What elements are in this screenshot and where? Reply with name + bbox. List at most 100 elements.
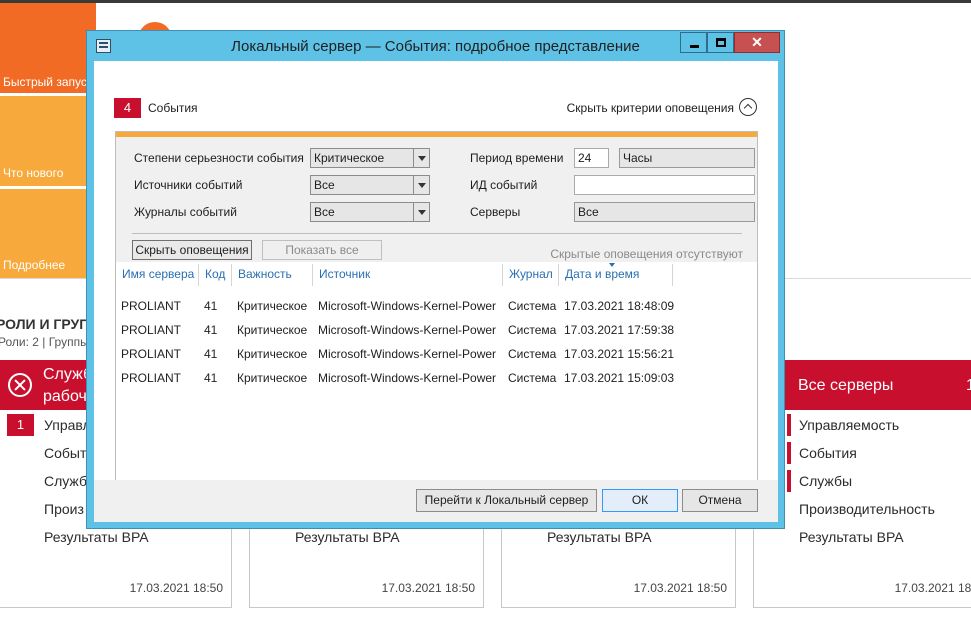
event-ids-input[interactable] (574, 175, 755, 195)
logs-value: Все (314, 205, 335, 219)
cell-source: Microsoft-Windows-Kernel-Power (318, 347, 497, 361)
tile-learn-more[interactable]: Подробнее (0, 189, 96, 278)
severity-select[interactable]: Критическое (310, 148, 430, 168)
roles-section-title: РОЛИ И ГРУП (0, 316, 90, 332)
events-label: События (148, 101, 198, 115)
column-divider (198, 264, 199, 286)
window-top-border (0, 0, 971, 3)
cell-server: PROLIANT (121, 299, 182, 313)
column-header-code[interactable]: Код (205, 267, 225, 281)
sources-select[interactable]: Все (310, 175, 430, 195)
cell-server: PROLIANT (121, 323, 182, 337)
role-card-title-line1: Служб (43, 366, 93, 383)
ok-button[interactable]: ОК (602, 489, 678, 512)
sources-value: Все (314, 178, 335, 192)
alert-indicator (787, 470, 791, 492)
chevron-down-icon (413, 176, 429, 194)
events-panel: Степени серьезности события Критическое … (115, 131, 758, 496)
maximize-icon (716, 38, 726, 47)
tile-quick-start-label: Быстрый запуск (3, 75, 93, 89)
role-card-title: Все серверы (798, 377, 894, 394)
tile-quick-start[interactable]: Быстрый запуск (0, 3, 96, 93)
card4-row-services[interactable]: Службы (799, 473, 852, 489)
severity-label: Степени серьезности события (134, 151, 304, 165)
column-divider (558, 264, 559, 286)
event-ids-label: ИД событий (470, 178, 538, 192)
minimize-button[interactable] (680, 32, 707, 53)
alert-criteria: Степени серьезности события Критическое … (116, 132, 757, 262)
severity-value: Критическое (314, 151, 385, 165)
issue-count-badge: 1 (7, 414, 34, 436)
column-divider (312, 264, 313, 286)
cell-datetime: 17.03.2021 15:56:21 (564, 347, 675, 361)
goto-local-server-button[interactable]: Перейти к Локальный сервер (416, 489, 597, 512)
cell-code: 41 (204, 347, 218, 361)
events-detail-dialog: Локальный сервер — События: подробное пр… (86, 30, 785, 529)
cell-code: 41 (204, 323, 218, 337)
servers-label: Серверы (470, 205, 521, 219)
alert-indicator (787, 442, 791, 464)
cell-log: Система (508, 371, 557, 385)
card1-row-events[interactable]: Событ (44, 445, 86, 461)
error-icon (8, 373, 32, 397)
card1-row-services[interactable]: Служб (44, 473, 87, 489)
hide-criteria-link[interactable]: Скрыть критерии оповещения (567, 101, 734, 115)
cell-severity: Критическое (237, 299, 308, 313)
cell-severity: Критическое (237, 371, 308, 385)
card2-row-bpa[interactable]: Результаты BPA (295, 529, 400, 545)
cell-code: 41 (204, 371, 218, 385)
roles-section-subtitle: Роли: 2 | Группы (0, 335, 89, 349)
column-divider (672, 264, 673, 286)
column-divider (231, 264, 232, 286)
hide-alerts-button[interactable]: Скрыть оповещения (132, 240, 252, 260)
cell-log: Система (508, 347, 557, 361)
period-label: Период времени (470, 151, 564, 165)
cell-severity: Критическое (237, 323, 308, 337)
role-card-all-servers[interactable]: Все серверы 1 Управляемость События Служ… (753, 360, 971, 608)
cell-datetime: 17.03.2021 15:09:03 (564, 371, 675, 385)
show-all-button[interactable]: Показать все (262, 240, 382, 260)
column-header-server[interactable]: Имя сервера (122, 267, 194, 281)
events-count-badge: 4 (114, 98, 141, 118)
card4-row-manageability[interactable]: Управляемость (799, 417, 899, 433)
column-header-source[interactable]: Источник (319, 267, 370, 281)
column-header-severity[interactable]: Важность (238, 267, 292, 281)
cell-log: Система (508, 299, 557, 313)
card1-row-performance[interactable]: Произ (44, 501, 84, 517)
cell-log: Система (508, 323, 557, 337)
card1-row-bpa[interactable]: Результаты BPA (44, 529, 149, 545)
role-card-header[interactable]: Все серверы 1 (753, 360, 971, 410)
cell-source: Microsoft-Windows-Kernel-Power (318, 323, 497, 337)
logs-label: Журналы событий (134, 205, 237, 219)
role-card-count: 1 (966, 377, 971, 394)
cell-server: PROLIANT (121, 371, 182, 385)
close-button[interactable]: ✕ (734, 32, 780, 53)
card4-row-bpa[interactable]: Результаты BPA (799, 529, 904, 545)
column-header-log[interactable]: Журнал (509, 267, 553, 281)
minimize-icon (690, 45, 699, 48)
tile-whats-new[interactable]: Что нового (0, 96, 96, 186)
card3-timestamp: 17.03.2021 18:50 (633, 581, 727, 595)
cancel-button[interactable]: Отмена (682, 489, 758, 512)
card4-row-events[interactable]: События (799, 445, 857, 461)
servers-select[interactable]: Все (574, 202, 755, 222)
maximize-button[interactable] (707, 32, 734, 53)
period-input[interactable]: 24 (574, 148, 609, 168)
card3-row-bpa[interactable]: Результаты BPA (547, 529, 652, 545)
card1-row-manageability[interactable]: Управл (44, 417, 91, 433)
dialog-footer: Перейти к Локальный сервер ОК Отмена (94, 480, 778, 522)
card4-timestamp: 17.03.2021 18:50 (894, 581, 971, 595)
tile-whats-new-label: Что нового (3, 166, 64, 180)
chevron-up-icon[interactable] (739, 98, 757, 116)
no-hidden-alerts-text: Скрытые оповещения отсутствуют (550, 247, 743, 261)
card2-timestamp: 17.03.2021 18:50 (381, 581, 475, 595)
logs-select[interactable]: Все (310, 202, 430, 222)
column-header-datetime[interactable]: Дата и время (565, 267, 639, 281)
cell-code: 41 (204, 299, 218, 313)
period-unit-select[interactable]: Часы (619, 148, 755, 168)
card4-row-performance[interactable]: Производительность (799, 501, 935, 517)
column-divider (502, 264, 503, 286)
role-card-title-line2: рабоч (43, 388, 87, 405)
close-icon: ✕ (751, 34, 763, 50)
cell-source: Microsoft-Windows-Kernel-Power (318, 371, 497, 385)
